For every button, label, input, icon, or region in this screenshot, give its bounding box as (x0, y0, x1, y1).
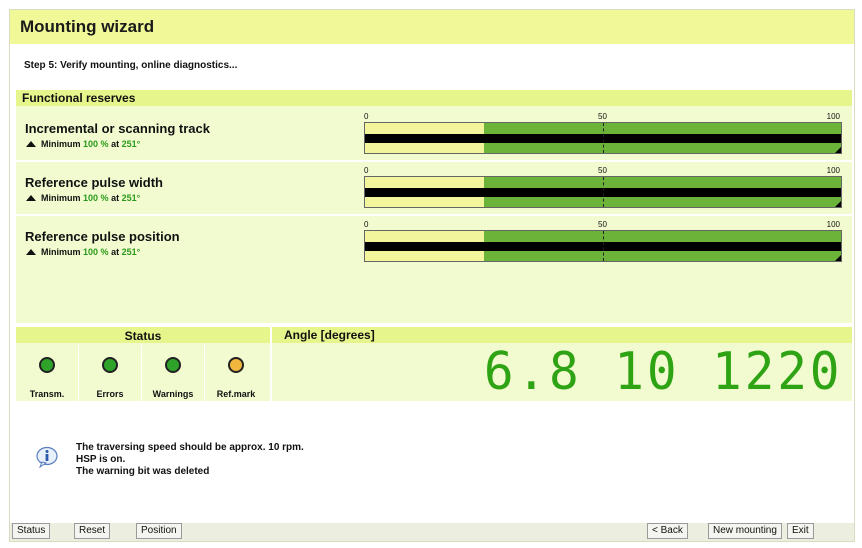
reserve-gauge: 0 50 100 (364, 112, 842, 154)
minimum-at: at (111, 139, 120, 149)
scale-mid-label: 50 (598, 166, 607, 175)
scale-max-label: 100 (826, 112, 840, 121)
functional-reserves-header: Functional reserves (16, 90, 852, 106)
scale-max-label: 100 (826, 166, 840, 175)
reserve-minimum: Minimum 100 % at 251° (26, 247, 140, 257)
triangle-up-icon (26, 195, 36, 201)
message-lines: The traversing speed should be approx. 1… (76, 442, 304, 478)
scale-mid-label: 50 (598, 220, 607, 229)
window-title: Mounting wizard (20, 17, 155, 36)
minimum-at: at (111, 247, 120, 257)
gauge-bar (364, 122, 842, 154)
position-button[interactable]: Position (136, 523, 182, 539)
led-indicator-icon (228, 357, 244, 373)
status-header: Status (16, 327, 270, 343)
message-line: The traversing speed should be approx. 1… (76, 442, 304, 453)
minimum-prefix: Minimum (41, 193, 81, 203)
reserve-row-incremental: Incremental or scanning track Minimum 10… (16, 108, 852, 162)
minimum-value: 100 % (83, 139, 109, 149)
functional-reserves-heading: Functional reserves (22, 91, 136, 105)
led-indicator-icon (102, 357, 118, 373)
minimum-angle: 251° (121, 193, 141, 203)
gauge-midline (603, 231, 604, 261)
reserve-row-ref-position: Reference pulse position Minimum 100 % a… (16, 216, 852, 321)
message-line: HSP is on. (76, 454, 126, 465)
reserve-label: Reference pulse position (25, 229, 180, 244)
minimum-angle: 251° (121, 139, 141, 149)
scale-min-label: 0 (364, 166, 369, 175)
reserve-label: Reference pulse width (25, 175, 163, 190)
gauge-midline (603, 177, 604, 207)
led-label: Warnings (152, 389, 194, 399)
status-transm: Transm. (16, 345, 79, 401)
wizard-window: Mounting wizard Step 5: Verify mounting,… (9, 9, 855, 542)
gauge-corner-marker (835, 255, 841, 261)
status-button[interactable]: Status (12, 523, 51, 539)
angle-header: Angle [degrees] (272, 327, 852, 343)
minimum-at: at (111, 193, 120, 203)
led-label: Errors (96, 389, 124, 399)
led-label: Ref.mark (216, 389, 256, 399)
new-mounting-button[interactable]: New mounting (708, 523, 782, 539)
led-indicator-icon (39, 357, 55, 373)
led-indicator-icon (165, 357, 181, 373)
status-panel: Status Transm. Errors Warnings Ref.mark (16, 327, 270, 401)
gauge-bar (364, 230, 842, 262)
scale-mid-label: 50 (598, 112, 607, 121)
gauge-bar (364, 176, 842, 208)
exit-button[interactable]: Exit (787, 523, 814, 539)
scale-min-label: 0 (364, 112, 369, 121)
angle-heading: Angle [degrees] (284, 328, 375, 342)
reserve-gauge: 0 50 100 (364, 166, 842, 208)
status-warnings: Warnings (142, 345, 205, 401)
minimum-value: 100 % (83, 193, 109, 203)
reserve-row-ref-width: Reference pulse width Minimum 100 % at 2… (16, 162, 852, 216)
minimum-prefix: Minimum (41, 139, 81, 149)
functional-reserves-panel: Functional reserves Incremental or scann… (16, 90, 852, 323)
gauge-midline (603, 123, 604, 153)
minimum-prefix: Minimum (41, 247, 81, 257)
triangle-up-icon (26, 249, 36, 255)
gauge-corner-marker (835, 201, 841, 207)
status-refmark: Ref.mark (205, 345, 267, 401)
angle-panel: Angle [degrees] 6.8 10 1220 (272, 327, 852, 401)
reserve-minimum: Minimum 100 % at 251° (26, 139, 140, 149)
info-icon (36, 446, 58, 468)
title-bar: Mounting wizard (10, 10, 854, 44)
led-label: Transm. (29, 389, 65, 399)
reserve-minimum: Minimum 100 % at 251° (26, 193, 140, 203)
triangle-up-icon (26, 141, 36, 147)
minimum-value: 100 % (83, 247, 109, 257)
status-errors: Errors (79, 345, 142, 401)
back-button[interactable]: < Back (647, 523, 688, 539)
gauge-corner-marker (835, 147, 841, 153)
reserve-label: Incremental or scanning track (25, 121, 210, 136)
minimum-angle: 251° (121, 247, 141, 257)
status-heading: Status (124, 329, 162, 343)
message-line: The warning bit was deleted (76, 466, 210, 477)
scale-max-label: 100 (826, 220, 840, 229)
step-text: Step 5: Verify mounting, online diagnost… (24, 60, 238, 71)
scale-min-label: 0 (364, 220, 369, 229)
reserve-gauge: 0 50 100 (364, 220, 842, 262)
footer-toolbar: Status Reset Position < Back New mountin… (10, 523, 854, 541)
reset-button[interactable]: Reset (74, 523, 111, 539)
angle-display: 6.8 10 1220 (483, 342, 842, 402)
